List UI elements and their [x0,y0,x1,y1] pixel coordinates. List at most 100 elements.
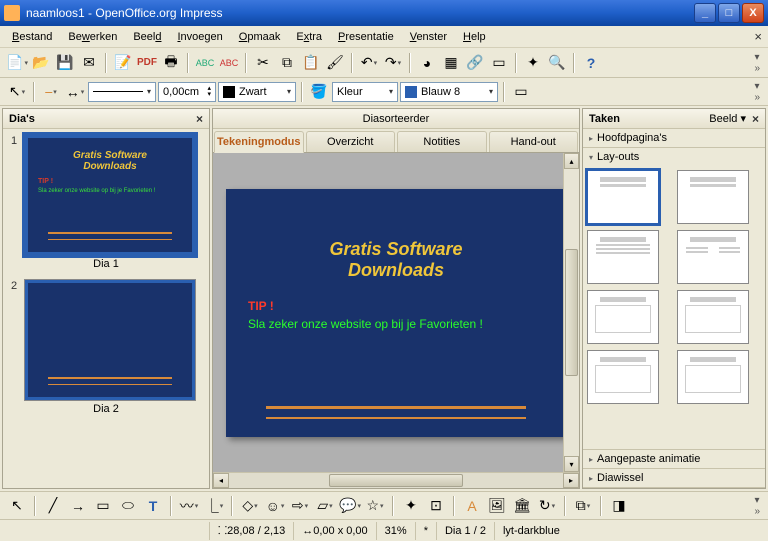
navigator-button[interactable]: ✦ [522,52,544,74]
edit-button[interactable]: 📝 [112,52,134,74]
slide-thumb-1[interactable]: 1 Gratis SoftwareDownloads TIP ! Sla zek… [11,135,201,270]
tab-notities[interactable]: Notities [397,131,487,152]
rotate-tool[interactable]: ↻▾ [536,495,558,517]
email-button[interactable]: ✉ [78,52,100,74]
tab-handout[interactable]: Hand-out [489,131,579,152]
menu-beeld[interactable]: Beeld [125,29,169,45]
maximize-button[interactable]: □ [718,3,740,23]
status-zoom[interactable]: 31% [377,522,416,540]
block-arrows-tool[interactable]: ⇨▾ [289,495,311,517]
points-tool[interactable]: ✦ [400,495,422,517]
cut-button[interactable]: ✂ [252,52,274,74]
close-document-button[interactable]: × [754,29,762,44]
arrange-tool[interactable]: ⧉▾ [572,495,594,517]
tab-overzicht[interactable]: Overzicht [306,131,396,152]
extrusion-tool[interactable]: ◨ [608,495,630,517]
current-slide[interactable]: Gratis SoftwareDownloads TIP ! Sla zeker… [226,189,566,437]
section-master[interactable]: ▸Hoofdpagina's [583,129,765,148]
select-tool[interactable]: ↖ [6,495,28,517]
new-button[interactable]: 📄▾ [6,52,28,74]
text-tool[interactable]: T [142,495,164,517]
line-width-spin[interactable]: 0,00cm▴▾ [158,82,216,102]
help-button[interactable]: ? [580,52,602,74]
callouts-tool[interactable]: 💬▾ [339,495,361,517]
close-button[interactable]: X [742,3,764,23]
flowchart-tool[interactable]: ▱▾ [314,495,336,517]
fill-bucket-button[interactable]: 🪣 [308,81,330,103]
section-animation[interactable]: ▸Aangepaste animatie [583,450,765,469]
fill-mode-select[interactable]: Kleur▾ [332,82,398,102]
section-transition[interactable]: ▸Diawissel [583,469,765,488]
connector-tool[interactable]: ⎿▾ [203,495,225,517]
layout-1[interactable] [587,170,659,224]
pdf-button[interactable]: PDF [136,52,158,74]
toolbar-overflow[interactable]: ▾» [752,50,762,76]
task-view-menu[interactable]: Beeld ▾ [709,112,746,125]
toolbar2-overflow[interactable]: ▾» [752,79,762,105]
line-style-select[interactable]: ▾ [88,82,156,102]
line-color-select[interactable]: Zwart▾ [218,82,296,102]
sorter-tab[interactable]: Diasorteerder [213,109,579,129]
task-panel-header: Taken Beeld ▾ × [583,109,765,129]
layout-6[interactable] [677,290,749,344]
minimize-button[interactable]: _ [694,3,716,23]
copy-button[interactable]: ⧉ [276,52,298,74]
paste-button[interactable]: 📋 [300,52,322,74]
gallery-tool[interactable]: 🏛 [511,495,533,517]
spellcheck-button[interactable]: ABC [194,52,216,74]
layout-8[interactable] [677,350,749,404]
slide-tip-text: Sla zeker onze website op bij je Favorie… [248,317,483,331]
slide-list[interactable]: 1 Gratis SoftwareDownloads TIP ! Sla zek… [3,129,209,488]
menu-extra[interactable]: Extra [288,29,330,45]
tab-tekeningmodus[interactable]: Tekeningmodus [214,131,304,153]
hyperlink-button[interactable]: 🔗 [464,52,486,74]
stars-tool[interactable]: ☆▾ [364,495,386,517]
format-paint-button[interactable]: 🖌 [324,52,346,74]
drawbar-overflow[interactable]: ▾» [752,493,762,519]
menu-bestand[interactable]: Bestand [4,29,60,45]
layout-3[interactable] [587,230,659,284]
ellipse-tool[interactable]: ⬭ [117,495,139,517]
arrow-style-button[interactable]: ↔▾ [64,81,86,103]
arrow-tool[interactable]: ↖▾ [6,81,28,103]
from-file-tool[interactable]: 🖼 [486,495,508,517]
layout-5[interactable] [587,290,659,344]
slide-panel-close[interactable]: × [196,112,203,126]
open-button[interactable]: 📂 [30,52,52,74]
slideshow-button[interactable]: ▭ [488,52,510,74]
glue-tool[interactable]: ⊡ [425,495,447,517]
layout-7[interactable] [587,350,659,404]
redo-button[interactable]: ↷▾ [382,52,404,74]
line-tool[interactable]: ╱ [42,495,64,517]
menu-presentatie[interactable]: Presentatie [330,29,402,45]
basic-shapes-tool[interactable]: ◇▾ [239,495,261,517]
menu-opmaak[interactable]: Opmaak [231,29,289,45]
horizontal-scrollbar[interactable]: ◂ ▸ [213,472,579,488]
statusbar: ⸬ 28,08 / 2,13 ↔ 0,00 x 0,00 31% * Dia 1… [0,519,768,541]
line-end-button[interactable]: ⎯▾ [40,81,62,103]
menu-invoegen[interactable]: Invoegen [169,29,230,45]
slide-canvas[interactable]: Gratis SoftwareDownloads TIP ! Sla zeker… [213,153,579,472]
slide-thumb-2[interactable]: 2 Dia 2 [11,280,201,415]
task-panel-close[interactable]: × [752,112,759,126]
chart-button[interactable]: ◕ [416,52,438,74]
layout-2[interactable] [677,170,749,224]
undo-button[interactable]: ↶▾ [358,52,380,74]
zoom-button[interactable]: 🔍 [546,52,568,74]
menu-bewerken[interactable]: Bewerken [60,29,125,45]
print-button[interactable]: 🖶 [160,52,182,74]
fontwork-tool[interactable]: A [461,495,483,517]
symbol-shapes-tool[interactable]: ☺▾ [264,495,286,517]
fill-color-select[interactable]: Blauw 8▾ [400,82,498,102]
layout-4[interactable] [677,230,749,284]
menu-venster[interactable]: Venster [402,29,455,45]
vertical-scrollbar[interactable]: ▴ ▾ [563,153,579,472]
save-button[interactable]: 💾 [54,52,76,74]
shadow-button[interactable]: ▭ [510,81,532,103]
arrow-line-tool[interactable]: → [67,495,89,517]
menu-help[interactable]: Help [455,29,494,45]
autospell-button[interactable]: ABC [218,52,240,74]
curve-tool[interactable]: 〰▾ [178,495,200,517]
table-button[interactable]: ▦ [440,52,462,74]
rect-tool[interactable]: ▭ [92,495,114,517]
